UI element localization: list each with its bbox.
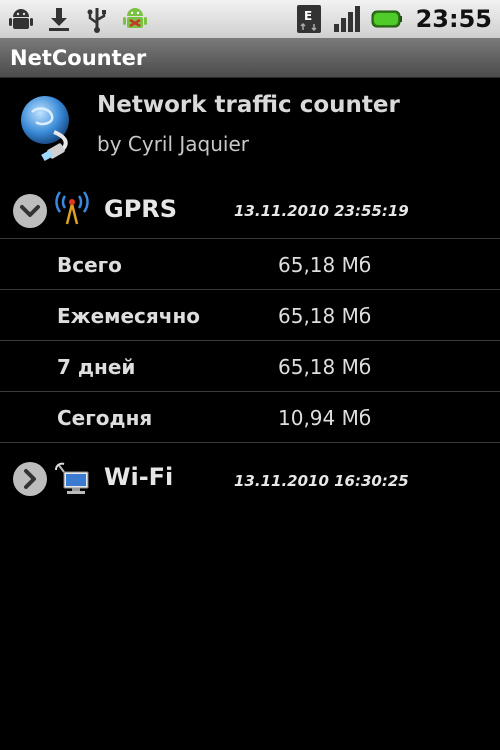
- stat-value: 65,18 Мб: [278, 253, 372, 277]
- gprs-label: GPRS: [104, 195, 178, 223]
- gprs-timestamp: 13.11.2010 23:55:19: [234, 202, 409, 220]
- stat-value: 10,94 Мб: [278, 406, 372, 430]
- svg-text:E: E: [304, 9, 312, 23]
- wifi-timestamp: 13.11.2010 16:30:25: [234, 472, 409, 490]
- app-name: Network traffic counter: [97, 92, 400, 118]
- stat-label: 7 дней: [57, 355, 136, 379]
- app-title-bar-label: NetCounter: [10, 45, 147, 70]
- gprs-stats-list: Всего 65,18 Мб Ежемесячно 65,18 Мб 7 дне…: [0, 239, 500, 443]
- status-bar: E 23:55: [0, 0, 500, 38]
- wifi-label: Wi-Fi: [104, 463, 174, 491]
- wifi-group-header[interactable]: Wi-Fi 13.11.2010 16:30:25: [0, 448, 500, 508]
- app-header: Network traffic counter by Cyril Jaquier: [0, 78, 500, 182]
- download-icon: [44, 4, 74, 34]
- wifi-computer-icon: [54, 460, 90, 496]
- stat-label: Ежемесячно: [57, 304, 201, 328]
- gprs-group-header[interactable]: GPRS 13.11.2010 23:55:19: [0, 182, 500, 239]
- stat-row-today[interactable]: Сегодня 10,94 Мб: [0, 392, 500, 443]
- stat-row-total[interactable]: Всего 65,18 Мб: [0, 239, 500, 290]
- cell-tower-icon: [54, 190, 90, 226]
- title-bar: NetCounter: [0, 38, 500, 78]
- android-bug-icon: [120, 4, 150, 34]
- stat-value: 65,18 Мб: [278, 304, 372, 328]
- android-debug-icon: [6, 4, 36, 34]
- stat-value: 65,18 Мб: [278, 355, 372, 379]
- usb-icon: [82, 4, 112, 34]
- stat-row-monthly[interactable]: Ежемесячно 65,18 Мб: [0, 290, 500, 341]
- stat-label: Сегодня: [57, 406, 153, 430]
- stat-label: Всего: [57, 253, 122, 277]
- collapse-chevron-icon[interactable]: [12, 193, 48, 229]
- stat-row-7-days[interactable]: 7 дней 65,18 Мб: [0, 341, 500, 392]
- signal-icon: [332, 4, 362, 34]
- app-author: by Cyril Jaquier: [97, 132, 249, 156]
- expand-chevron-icon[interactable]: [12, 461, 48, 497]
- clock: 23:55: [415, 5, 492, 33]
- battery-icon: [370, 4, 404, 34]
- edge-data-icon: E: [294, 4, 324, 34]
- network-globe-icon: [18, 92, 78, 162]
